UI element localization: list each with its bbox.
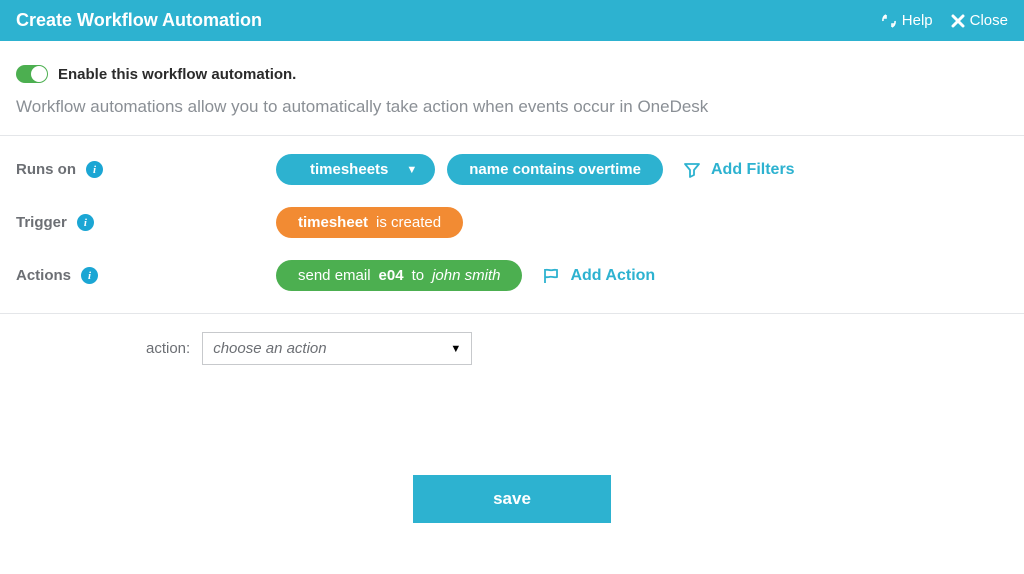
close-label: Close: [970, 12, 1008, 29]
action-recipient: john smith: [432, 267, 500, 284]
dialog-header: Create Workflow Automation Help Close: [0, 0, 1024, 41]
action-to: to: [412, 267, 425, 284]
workflow-description: Workflow automations allow you to automa…: [16, 97, 1008, 117]
divider: [0, 135, 1024, 136]
dialog-title: Create Workflow Automation: [16, 10, 262, 31]
actions-label-col: Actions i: [16, 267, 276, 284]
new-action-label: action:: [146, 340, 190, 357]
trigger-entity: timesheet: [298, 214, 368, 231]
divider: [0, 313, 1024, 314]
trigger-row: Trigger i timesheet is created: [16, 207, 1008, 238]
chevron-down-icon: ▼: [450, 343, 461, 355]
info-icon[interactable]: i: [86, 161, 103, 178]
trigger-label: Trigger: [16, 214, 67, 231]
info-icon[interactable]: i: [77, 214, 94, 231]
runs-on-row: Runs on i timesheets ▼ name contains ove…: [16, 154, 1008, 185]
filter-icon: [683, 161, 701, 179]
header-actions: Help Close: [881, 12, 1008, 29]
close-button[interactable]: Close: [951, 12, 1008, 29]
enable-toggle[interactable]: [16, 65, 48, 83]
runs-on-type-value: timesheets: [310, 161, 388, 178]
actions-controls: send email e04 to john smith Add Action: [276, 260, 655, 291]
dialog-body: Enable this workflow automation. Workflo…: [0, 41, 1024, 523]
add-action-button[interactable]: Add Action: [542, 267, 655, 285]
trigger-pill[interactable]: timesheet is created: [276, 207, 463, 238]
enable-row: Enable this workflow automation.: [16, 65, 1008, 83]
save-button[interactable]: save: [413, 475, 611, 523]
trigger-controls: timesheet is created: [276, 207, 463, 238]
enable-label: Enable this workflow automation.: [58, 66, 296, 83]
help-button[interactable]: Help: [881, 12, 933, 29]
actions-label: Actions: [16, 267, 71, 284]
save-row: save: [16, 475, 1008, 523]
runs-on-filter-text: name contains overtime: [469, 161, 641, 178]
action-select-placeholder: choose an action: [213, 340, 326, 357]
flag-icon: [542, 267, 560, 285]
runs-on-label-col: Runs on i: [16, 161, 276, 178]
action-select[interactable]: choose an action ▼: [202, 332, 472, 365]
close-icon: [951, 14, 965, 28]
help-icon: [881, 13, 897, 29]
runs-on-label: Runs on: [16, 161, 76, 178]
help-label: Help: [902, 12, 933, 29]
action-template: e04: [379, 267, 404, 284]
trigger-label-col: Trigger i: [16, 214, 276, 231]
runs-on-filter-pill[interactable]: name contains overtime: [447, 154, 663, 185]
add-action-label: Add Action: [570, 267, 655, 285]
action-pill[interactable]: send email e04 to john smith: [276, 260, 522, 291]
runs-on-type-select[interactable]: timesheets ▼: [276, 154, 435, 185]
add-filters-label: Add Filters: [711, 161, 795, 179]
action-prefix: send email: [298, 267, 371, 284]
add-filters-button[interactable]: Add Filters: [683, 161, 795, 179]
chevron-down-icon: ▼: [406, 164, 417, 176]
actions-row: Actions i send email e04 to john smith A…: [16, 260, 1008, 291]
trigger-predicate: is created: [376, 214, 441, 231]
info-icon[interactable]: i: [81, 267, 98, 284]
runs-on-controls: timesheets ▼ name contains overtime Add …: [276, 154, 795, 185]
new-action-row: action: choose an action ▼: [146, 332, 1008, 365]
